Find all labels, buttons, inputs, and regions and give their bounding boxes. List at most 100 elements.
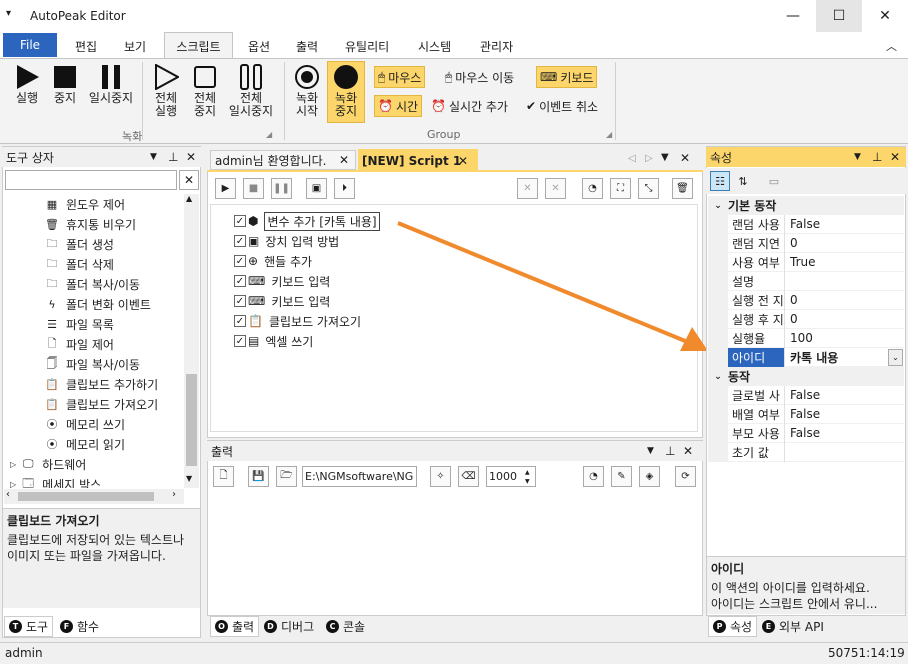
script-item[interactable]: ✓ ⌨ 키보드 입력: [234, 291, 330, 311]
property-row[interactable]: 배열 여부 False: [728, 404, 904, 424]
collapse-button[interactable]: ⤡: [638, 178, 659, 199]
tree-item[interactable]: ⦿ 메모리 읽기: [44, 434, 126, 454]
tab-properties[interactable]: P 속성: [708, 616, 758, 637]
open-folder-button[interactable]: 🗁: [276, 466, 297, 487]
group-launcher-icon[interactable]: ◢: [266, 130, 272, 139]
tree-group[interactable]: ▷ 🗔 메세지 박스: [10, 474, 101, 489]
tree-item[interactable]: ϟ 폴더 변화 이벤트: [44, 294, 151, 314]
tab-utility[interactable]: 유틸리티: [345, 38, 389, 55]
checkbox[interactable]: ✓: [234, 295, 246, 307]
tree-item[interactable]: 🗑 휴지통 비우기: [44, 214, 136, 234]
close-button[interactable]: ✕: [862, 0, 908, 32]
pin-icon[interactable]: ⊥: [665, 444, 675, 458]
property-row[interactable]: 사용 여부 True: [728, 252, 904, 272]
timer-button[interactable]: ◔: [582, 178, 603, 199]
timestamp-button[interactable]: ◔: [583, 466, 604, 487]
script-item[interactable]: ✓ ⬢ 변수 추가 [카톡 내용]: [234, 211, 380, 231]
keyboard-toggle[interactable]: ⌨ 키보드: [536, 66, 598, 88]
event-cancel-toggle[interactable]: ✔ 이벤트 취소: [523, 95, 601, 117]
stepper-arrows-icon[interactable]: ▲ ▼: [525, 468, 530, 486]
scroll-right-icon[interactable]: ›: [172, 489, 176, 500]
tree-item[interactable]: 🗀 폴더 삭제: [44, 254, 114, 274]
categorized-view-button[interactable]: ☷: [710, 171, 730, 191]
close-icon[interactable]: ✕: [186, 150, 196, 164]
output-path-field[interactable]: E:\NGMsoftware\NG: [302, 466, 417, 487]
property-row[interactable]: 실행 전 지0: [728, 290, 904, 310]
script-item[interactable]: ✓ ⌨ 키보드 입력: [234, 271, 330, 291]
property-row[interactable]: 부모 사용 False: [728, 423, 904, 443]
clear-button[interactable]: 🗑: [672, 178, 693, 199]
script-item[interactable]: ✓ ▤ 엑셀 쓰기: [234, 331, 313, 351]
tree-item[interactable]: ⦿ 메모리 쓰기: [44, 414, 126, 434]
close-doc-icon[interactable]: ✕: [680, 151, 690, 165]
category-basic[interactable]: ⌄ 기본 동작: [708, 196, 904, 215]
expand-button[interactable]: ⛶: [610, 178, 631, 199]
checkbox[interactable]: ✓: [234, 315, 246, 327]
tab-script-1[interactable]: [NEW] Script 1 ✕: [358, 149, 478, 172]
tab-welcome[interactable]: admin님 환영합니다. ✕: [210, 150, 356, 170]
run-button[interactable]: 실행: [10, 62, 44, 105]
fill-button[interactable]: ◈: [639, 466, 660, 487]
tree-item[interactable]: 📋 클립보드 추가하기: [44, 374, 158, 394]
tree-item[interactable]: 🗀 폴더 복사/이동: [44, 274, 141, 294]
step-play-button[interactable]: ⏵: [334, 178, 355, 199]
clear-search-button[interactable]: ✕: [179, 170, 199, 190]
property-row[interactable]: 랜덤 지연 0: [728, 233, 904, 253]
delete-all-button[interactable]: ✕: [545, 178, 566, 199]
save-button[interactable]: 💾: [248, 466, 269, 487]
line-count-stepper[interactable]: 1000 ▲ ▼: [486, 466, 536, 487]
horizontal-scrollbar[interactable]: ‹ ›: [4, 489, 184, 504]
step-button[interactable]: ▣: [306, 178, 327, 199]
tab-console[interactable]: C 콘솔: [322, 616, 369, 637]
app-menu-icon[interactable]: ▾: [6, 8, 11, 19]
tab-options[interactable]: 옵션: [248, 38, 270, 55]
group-launcher-icon[interactable]: ◢: [606, 130, 612, 139]
tree-group[interactable]: ▷ 🖵 하드웨어: [10, 454, 86, 474]
tab-edit[interactable]: 편집: [75, 38, 97, 55]
tree-item[interactable]: 🗍 파일 복사/이동: [44, 354, 141, 374]
realtime-add-toggle[interactable]: ⏰ 실시간 추가: [428, 95, 511, 117]
toolbox-search-input[interactable]: [5, 170, 177, 190]
mouse-move-toggle[interactable]: 🖱 마우스 이동: [442, 66, 517, 88]
close-tab-icon[interactable]: ✕: [458, 154, 468, 168]
resize-grip-icon[interactable]: ⋰: [896, 649, 904, 658]
mouse-toggle[interactable]: 🖱 마우스: [374, 66, 426, 88]
close-tab-icon[interactable]: ✕: [339, 153, 349, 167]
property-row-selected[interactable]: 아이디 카톡 내용 ⌄: [728, 347, 904, 367]
checkbox[interactable]: ✓: [234, 235, 246, 247]
play-button[interactable]: ▶: [215, 178, 236, 199]
pause-all-button[interactable]: 전체 일시중지: [226, 62, 276, 118]
tree-item[interactable]: 🗀 폴더 생성: [44, 234, 114, 254]
minimize-button[interactable]: —: [770, 0, 816, 32]
tree-item[interactable]: 🗋 파일 제어: [44, 334, 114, 354]
scroll-up-icon[interactable]: ▲: [186, 194, 192, 203]
tab-functions[interactable]: F 함수: [56, 616, 103, 637]
stop-all-button[interactable]: 전체 중지: [189, 62, 221, 118]
tab-list-icon[interactable]: ▼: [661, 152, 669, 163]
checkbox[interactable]: ✓: [234, 275, 246, 287]
pause-button[interactable]: 일시중지: [86, 62, 136, 105]
dropdown-icon[interactable]: ▼: [150, 152, 157, 162]
pin-icon[interactable]: ⊥: [168, 150, 178, 164]
tab-output-panel[interactable]: O 출력: [210, 616, 260, 637]
close-icon[interactable]: ✕: [683, 444, 693, 458]
dropdown-icon[interactable]: ▼: [854, 152, 861, 162]
tab-external-api[interactable]: E 외부 API: [758, 616, 828, 637]
collapse-ribbon-icon[interactable]: ︿: [886, 38, 897, 54]
checkbox[interactable]: ✓: [234, 335, 246, 347]
property-row[interactable]: 초기 값: [728, 442, 904, 462]
tab-system[interactable]: 시스템: [418, 38, 451, 55]
category-action[interactable]: ⌄ 동작: [708, 367, 904, 386]
file-menu-button[interactable]: File: [3, 33, 57, 57]
scroll-left-icon[interactable]: ‹: [6, 489, 10, 500]
refresh-button[interactable]: ⟳: [675, 466, 696, 487]
tree-item[interactable]: ☰ 파일 목록: [44, 314, 114, 334]
eraser-button[interactable]: ⌫: [458, 466, 479, 487]
property-row[interactable]: 실행 후 지0: [728, 309, 904, 329]
new-output-button[interactable]: 🗋: [213, 466, 234, 487]
scrollbar-thumb[interactable]: [186, 374, 197, 466]
maximize-button[interactable]: ☐: [816, 0, 862, 32]
script-item[interactable]: ✓ ▣ 장치 입력 방법: [234, 231, 339, 251]
run-all-button[interactable]: 전체 실행: [150, 62, 182, 118]
pin-icon[interactable]: ⊥: [872, 150, 882, 164]
